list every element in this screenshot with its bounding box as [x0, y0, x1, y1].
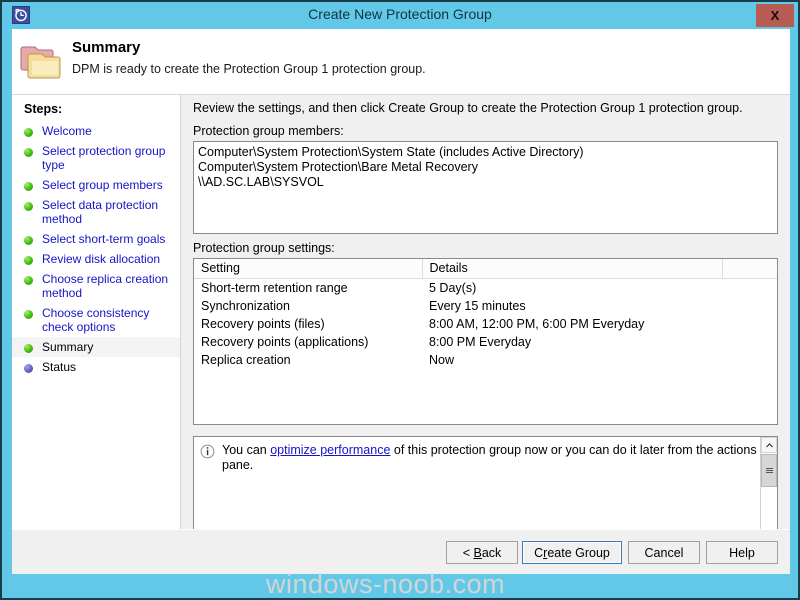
table-row[interactable]: Short-term retention range 5 Day(s)	[194, 278, 777, 297]
cell-blank	[722, 315, 777, 333]
column-header-details[interactable]: Details	[422, 259, 723, 279]
cell-details: 8:00 PM Everyday	[422, 333, 722, 351]
members-label: Protection group members:	[193, 124, 344, 138]
intro-text: Review the settings, and then click Crea…	[193, 101, 743, 115]
cell-setting: Synchronization	[194, 297, 422, 315]
sidebar-step-label: Welcome	[42, 124, 92, 138]
sidebar-step-summary: Summary	[12, 337, 180, 357]
column-header-blank[interactable]	[722, 259, 777, 279]
page-subtitle: DPM is ready to create the Protection Gr…	[72, 62, 426, 76]
sidebar-step-label: Status	[42, 360, 77, 374]
sidebar-step-choose-replica-creation-method[interactable]: Choose replica creation method	[12, 269, 180, 303]
scroll-up-icon[interactable]	[761, 437, 777, 453]
sidebar-step-select-short-term-goals[interactable]: Select short-term goals	[12, 229, 180, 249]
page-header: Summary DPM is ready to create the Prote…	[12, 29, 790, 95]
title-bar: Create New Protection Group X	[2, 2, 798, 29]
dialog-window: Create New Protection Group X Summary DP…	[0, 0, 800, 600]
sidebar-step-label: Choose replica creation method	[42, 272, 169, 300]
table-header-row: Setting Details	[194, 259, 777, 279]
sidebar-step-label: Select protection group type	[42, 144, 166, 172]
info-text-before: You can	[222, 443, 271, 457]
content-panel: Review the settings, and then click Crea…	[181, 95, 790, 573]
member-list-item[interactable]: \\AD.SC.LAB\SYSVOL	[198, 175, 773, 190]
cell-setting: Recovery points (files)	[194, 315, 422, 333]
info-icon	[200, 444, 215, 459]
cell-blank	[722, 351, 777, 369]
close-button[interactable]: X	[756, 4, 794, 27]
dialog-footer: < Back Create Group Cancel Help	[12, 529, 790, 574]
column-header-setting[interactable]: Setting	[194, 259, 423, 279]
cell-details: 5 Day(s)	[422, 278, 722, 297]
settings-label: Protection group settings:	[193, 241, 335, 255]
sidebar-step-select-group-members[interactable]: Select group members	[12, 175, 180, 195]
info-message: You can optimize performance of this pro…	[200, 443, 777, 473]
cell-blank	[722, 297, 777, 315]
sidebar-step-welcome[interactable]: Welcome	[12, 121, 180, 141]
table-row[interactable]: Replica creation Now	[194, 351, 777, 369]
steps-list: Welcome Select protection group type Selec…	[12, 121, 180, 377]
window-title: Create New Protection Group	[308, 6, 492, 22]
help-button[interactable]: Help	[706, 541, 778, 564]
step-bullet-done-icon	[24, 148, 33, 157]
step-bullet-done-icon	[24, 128, 33, 137]
grip-line	[765, 472, 773, 473]
steps-sidebar: Steps: Welcome Select protection group ty…	[12, 95, 181, 573]
page-title: Summary	[72, 39, 141, 56]
cell-details: 8:00 AM, 12:00 PM, 6:00 PM Everyday	[422, 315, 722, 333]
step-bullet-done-icon	[24, 344, 33, 353]
create-group-button-label: Create Group	[534, 545, 610, 560]
sidebar-step-review-disk-allocation[interactable]: Review disk allocation	[12, 249, 180, 269]
cancel-button[interactable]: Cancel	[628, 541, 700, 564]
sidebar-step-label: Choose consistency check options	[42, 306, 150, 334]
step-bullet-done-icon	[24, 182, 33, 191]
sidebar-step-label: Select data protection method	[42, 198, 159, 226]
step-bullet-done-icon	[24, 310, 33, 319]
step-bullet-done-icon	[24, 276, 33, 285]
protection-group-members-list[interactable]: Computer\System Protection\System State …	[193, 141, 778, 234]
sidebar-step-choose-consistency-check-options[interactable]: Choose consistency check options	[12, 303, 180, 337]
member-list-item[interactable]: Computer\System Protection\System State …	[198, 145, 773, 160]
cell-setting: Replica creation	[194, 351, 422, 369]
sidebar-step-label: Summary	[42, 340, 94, 354]
grip-line	[765, 468, 773, 469]
optimize-performance-link[interactable]: optimize performance	[270, 443, 390, 457]
client-area: Summary DPM is ready to create the Prote…	[12, 29, 790, 573]
step-bullet-done-icon	[24, 202, 33, 211]
sidebar-step-select-protection-group-type[interactable]: Select protection group type	[12, 141, 180, 175]
table-row[interactable]: Synchronization Every 15 minutes	[194, 297, 777, 315]
sidebar-step-label: Review disk allocation	[42, 252, 161, 266]
sidebar-step-select-data-protection-method[interactable]: Select data protection method	[12, 195, 180, 229]
sidebar-step-status[interactable]: Status	[12, 357, 180, 377]
folder-icon	[20, 41, 64, 83]
member-list-item[interactable]: Computer\System Protection\Bare Metal Re…	[198, 160, 773, 175]
step-bullet-pending-icon	[24, 364, 33, 373]
steps-heading: Steps:	[24, 102, 63, 116]
back-button-label: < Back	[462, 545, 502, 560]
cell-details: Every 15 minutes	[422, 297, 722, 315]
cell-blank	[722, 278, 777, 297]
cell-setting: Short-term retention range	[194, 278, 422, 297]
create-group-button[interactable]: Create Group	[522, 541, 622, 564]
table-row[interactable]: Recovery points (applications) 8:00 PM Ev…	[194, 333, 777, 351]
info-text: You can optimize performance of this pro…	[222, 443, 777, 473]
cell-blank	[722, 333, 777, 351]
step-bullet-done-icon	[24, 256, 33, 265]
table-row[interactable]: Recovery points (files) 8:00 AM, 12:00 PM…	[194, 315, 777, 333]
cell-setting: Recovery points (applications)	[194, 333, 422, 351]
table-body: Short-term retention range 5 Day(s) Synchr…	[194, 278, 777, 369]
sidebar-step-label: Select group members	[42, 178, 163, 192]
back-button[interactable]: < Back	[446, 541, 518, 564]
step-bullet-done-icon	[24, 236, 33, 245]
scrollbar-thumb[interactable]	[761, 454, 777, 487]
grip-line	[765, 470, 773, 471]
sidebar-step-label: Select short-term goals	[42, 232, 166, 246]
protection-group-settings-table[interactable]: Setting Details Short-term retention ran…	[193, 258, 778, 425]
cell-details: Now	[422, 351, 722, 369]
